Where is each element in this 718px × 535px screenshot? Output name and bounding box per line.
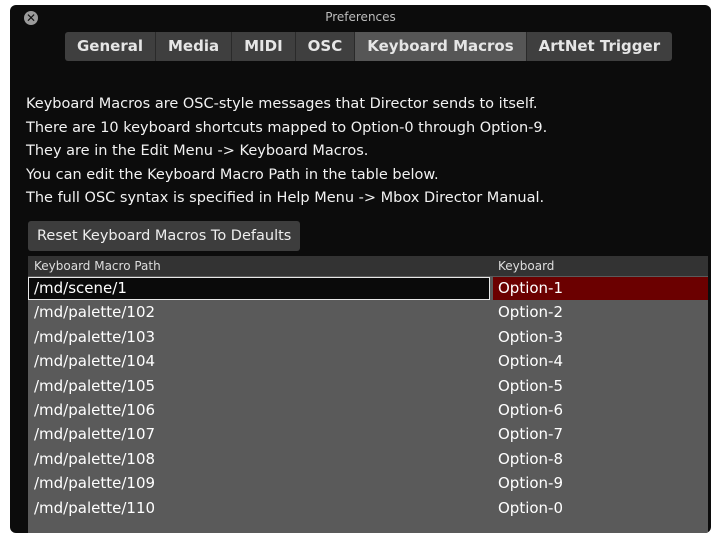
macro-path[interactable]: /md/palette/108 — [34, 447, 155, 471]
table-row[interactable]: /md/palette/107 Option-7 — [28, 422, 708, 446]
reset-macros-button[interactable]: Reset Keyboard Macros To Defaults — [28, 221, 301, 251]
macro-key: Option-7 — [498, 425, 564, 444]
macro-path[interactable]: /md/palette/103 — [34, 325, 155, 349]
macro-key: Option-2 — [498, 303, 564, 322]
table-row[interactable]: /md/palette/109 Option-9 — [28, 471, 708, 495]
description-line: You can edit the Keyboard Macro Path in … — [26, 166, 439, 183]
table-row[interactable]: /md/palette/103 Option-3 — [28, 325, 708, 349]
macro-path[interactable]: /md/palette/104 — [34, 349, 155, 373]
table-header: Keyboard Macro Path Keyboard — [28, 256, 708, 276]
description-line: Keyboard Macros are OSC-style messages t… — [26, 96, 538, 112]
tab-osc[interactable]: OSC — [296, 32, 356, 61]
macro-path[interactable]: /md/palette/106 — [34, 398, 155, 422]
macro-key: Option-9 — [498, 474, 564, 493]
tab-midi[interactable]: MIDI — [232, 32, 296, 61]
preferences-window: ✕ Preferences General Media MIDI OSC Key… — [10, 5, 711, 533]
tab-bar: General Media MIDI OSC Keyboard Macros A… — [65, 32, 673, 61]
macro-path[interactable]: /md/scene/1 — [34, 276, 127, 300]
macro-key: Option-3 — [498, 327, 564, 346]
macro-path[interactable]: /md/palette/105 — [34, 374, 155, 398]
table-row[interactable]: /md/palette/106 Option-6 — [28, 398, 708, 422]
macro-key: Option-6 — [498, 400, 564, 419]
column-header-path[interactable]: Keyboard Macro Path — [34, 256, 161, 276]
table-row[interactable]: /md/palette/105 Option-5 — [28, 374, 708, 398]
window-title: Preferences — [325, 10, 396, 24]
description-line: There are 10 keyboard shortcuts mapped t… — [26, 119, 548, 136]
tab-general[interactable]: General — [65, 32, 156, 61]
macro-key: Option-4 — [498, 352, 564, 371]
description-text: Keyboard Macros are OSC-style messages t… — [26, 93, 547, 211]
tab-media[interactable]: Media — [156, 32, 233, 61]
description-line: The full OSC syntax is specified in Help… — [26, 190, 545, 206]
tab-keyboard-macros[interactable]: Keyboard Macros — [355, 32, 527, 61]
tab-artnet-trigger[interactable]: ArtNet Trigger — [527, 32, 672, 61]
macro-key: Option-0 — [498, 498, 564, 517]
column-header-keyboard[interactable]: Keyboard — [498, 256, 554, 276]
macro-path[interactable]: /md/palette/109 — [34, 471, 155, 495]
macro-path[interactable]: /md/palette/107 — [34, 422, 155, 446]
macro-path[interactable]: /md/palette/102 — [34, 300, 155, 324]
table-row[interactable]: /md/palette/104 Option-4 — [28, 349, 708, 373]
macro-table: Keyboard Macro Path Keyboard /md/scene/1… — [28, 256, 708, 533]
macro-key: Option-1 — [498, 279, 564, 297]
table-row[interactable]: /md/scene/1 Option-1 — [28, 276, 708, 300]
macro-key: Option-5 — [498, 376, 564, 395]
macro-path[interactable]: /md/palette/110 — [34, 496, 155, 520]
table-row[interactable]: /md/palette/108 Option-8 — [28, 447, 708, 471]
macro-key: Option-8 — [498, 449, 564, 468]
description-line: They are in the Edit Menu -> Keyboard Ma… — [26, 143, 369, 159]
title-bar: ✕ Preferences — [10, 5, 711, 31]
table-row[interactable]: /md/palette/102 Option-2 — [28, 300, 708, 324]
table-row[interactable]: /md/palette/110 Option-0 — [28, 496, 708, 520]
